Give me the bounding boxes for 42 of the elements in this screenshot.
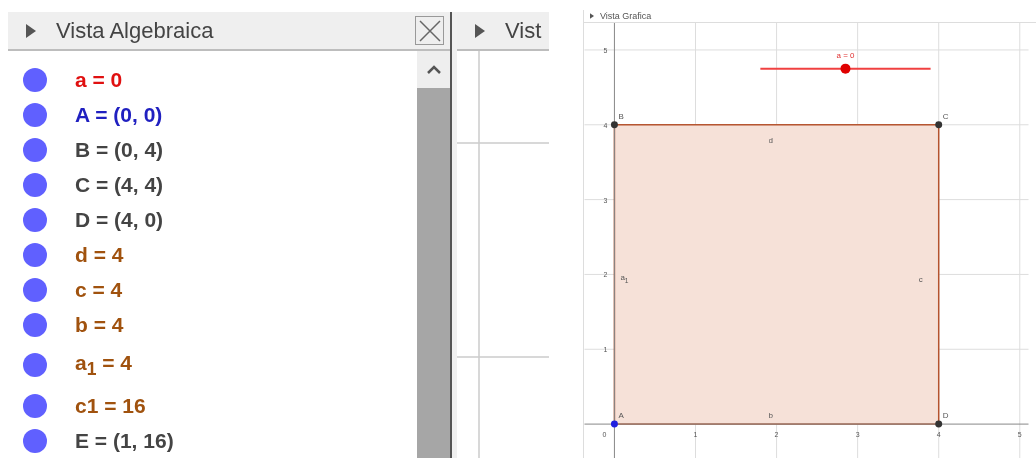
point-label: A — [618, 411, 624, 421]
caret-icon — [426, 65, 441, 74]
slider-track[interactable] — [759, 63, 932, 74]
algebra-expression[interactable]: B = (0, 4) — [75, 138, 164, 163]
visibility-dot[interactable] — [23, 353, 47, 378]
algebra-expression[interactable]: C = (4, 4) — [75, 173, 164, 198]
visibility-dot[interactable] — [23, 208, 47, 233]
algebra-expression[interactable]: c1 = 16 — [75, 393, 146, 418]
expand-icon[interactable] — [26, 23, 36, 38]
point-marker[interactable] — [610, 121, 618, 129]
algebra-expression[interactable]: E = (1, 16) — [75, 428, 174, 453]
point-marker[interactable] — [935, 121, 943, 129]
panel-title: Vista Algebraica — [56, 17, 215, 44]
algebra-expression[interactable]: a = 0 — [75, 68, 123, 93]
visibility-dot[interactable] — [23, 68, 47, 93]
algebra-expression[interactable]: D = (4, 0) — [75, 208, 164, 233]
algebra-expression[interactable]: c = 4 — [75, 278, 123, 303]
expand-icon[interactable] — [590, 13, 594, 19]
point-label: C — [942, 111, 949, 121]
visibility-dot[interactable] — [23, 313, 47, 338]
expand-icon[interactable] — [475, 23, 485, 38]
slider-label: a = 0 — [836, 50, 855, 60]
visibility-dot[interactable] — [23, 103, 47, 128]
visibility-dot[interactable] — [23, 428, 47, 453]
visibility-dot[interactable] — [23, 278, 47, 303]
splitter[interactable] — [450, 12, 457, 458]
panel-title: Vista Grafica — [600, 11, 652, 21]
point-label: B — [618, 111, 624, 121]
algebra-expression[interactable]: b = 4 — [75, 313, 124, 338]
point-marker[interactable] — [610, 420, 618, 428]
visibility-dot[interactable] — [23, 138, 47, 163]
close-button[interactable] — [415, 16, 444, 45]
slider-thumb[interactable] — [840, 63, 851, 74]
point-label: D — [942, 411, 949, 421]
algebra-expression[interactable]: a$_{1}$ = 4 — [75, 350, 133, 380]
visibility-dot[interactable] — [23, 173, 47, 198]
algebra-expression[interactable]: A = (0, 0) — [75, 103, 163, 128]
point-marker[interactable] — [935, 420, 943, 428]
panel-title: Vist — [505, 17, 543, 44]
algebra-expression[interactable]: d = 4 — [75, 243, 124, 268]
visibility-dot[interactable] — [23, 243, 47, 268]
visibility-dot[interactable] — [23, 393, 47, 418]
